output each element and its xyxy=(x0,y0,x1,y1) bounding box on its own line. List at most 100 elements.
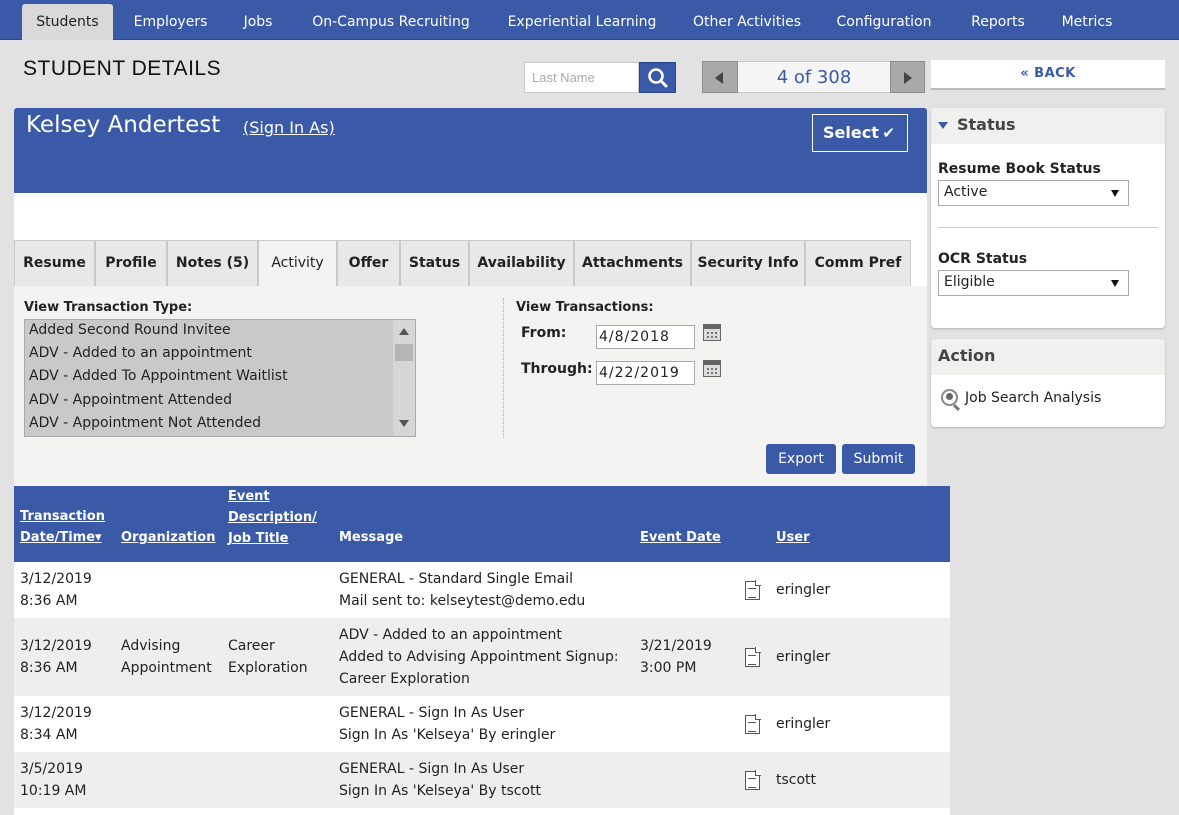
export-button[interactable]: Export xyxy=(766,444,836,474)
check-icon: ✔ xyxy=(882,124,895,142)
transaction-type-option[interactable]: ADV - Added to an appointment xyxy=(29,345,252,361)
calendar-icon[interactable] xyxy=(703,324,721,341)
message-header: Message xyxy=(339,530,404,545)
row-time: 8:36 AM xyxy=(20,593,78,609)
nav-tab-employers[interactable]: Employers xyxy=(120,4,221,40)
table-row: 3/12/2019 8:34 AM GENERAL - Sign In As U… xyxy=(14,696,950,752)
nav-tab-configuration[interactable]: Configuration xyxy=(824,4,944,40)
tab-resume[interactable]: Resume xyxy=(14,240,95,286)
transaction-type-option[interactable]: ADV - Added To Appointment Waitlist xyxy=(29,368,288,384)
row-message-detail: Sign In As 'Kelseya' By tscott xyxy=(339,783,542,799)
student-header: Kelsey Andertest (Sign In As) Select ✔ xyxy=(14,108,927,193)
from-date-input[interactable]: 4/8/2018 xyxy=(596,325,695,349)
row-date: 3/12/2019 xyxy=(20,571,92,587)
tab-comm-pref[interactable]: Comm Pref xyxy=(805,240,911,286)
action-panel-title: Action xyxy=(931,339,1165,375)
nav-tab-jobs[interactable]: Jobs xyxy=(231,4,285,40)
row-organization: Advising xyxy=(121,638,181,654)
row-user: eringler xyxy=(776,716,831,732)
select-label: Select xyxy=(823,123,879,142)
tab-status[interactable]: Status xyxy=(400,240,469,286)
listbox-scrollbar[interactable] xyxy=(393,320,415,436)
transaction-type-option[interactable]: ADV - Appointment Not Attended xyxy=(29,415,261,431)
tab-profile[interactable]: Profile xyxy=(95,240,167,286)
document-icon[interactable] xyxy=(745,580,761,600)
tab-availability[interactable]: Availability xyxy=(469,240,574,286)
header-date-line1: Transaction xyxy=(20,509,105,524)
nav-tab-on-campus-recruiting[interactable]: On-Campus Recruiting xyxy=(296,4,486,40)
calendar-icon[interactable] xyxy=(703,360,721,377)
resume-book-status-select[interactable]: Active xyxy=(938,180,1129,206)
caret-down-icon xyxy=(938,122,948,129)
nav-tab-metrics[interactable]: Metrics xyxy=(1046,4,1128,40)
nav-tab-students[interactable]: Students xyxy=(22,4,113,40)
ocr-status-value: Eligible xyxy=(944,274,995,290)
header-event-line3: Job Title xyxy=(228,531,289,546)
row-event-time: 3:00 PM xyxy=(640,660,697,676)
back-button[interactable]: « BACK xyxy=(931,60,1165,90)
header-event-line2: Description/ xyxy=(228,510,317,525)
resume-book-status-value: Active xyxy=(944,184,988,200)
search-button[interactable] xyxy=(639,62,676,93)
nav-tab-reports[interactable]: Reports xyxy=(958,4,1038,40)
scroll-thumb[interactable] xyxy=(395,344,413,361)
sort-organization-header[interactable]: Organization xyxy=(121,527,215,548)
row-message-detail: Sign In As 'Kelseya' By eringler xyxy=(339,727,556,743)
sort-user-header[interactable]: User xyxy=(776,527,810,548)
sort-date-header[interactable]: Transaction Date/Time▾ xyxy=(20,506,105,548)
transactions-table-header: Transaction Date/Time▾ Organization Even… xyxy=(14,486,950,562)
row-message-detail-line2: Career Exploration xyxy=(339,671,470,687)
row-message-detail: Added to Advising Appointment Signup: xyxy=(339,649,619,665)
last-name-search-input[interactable]: Last Name xyxy=(524,62,639,93)
page-title: STUDENT DETAILS xyxy=(23,57,222,80)
status-panel-title: Status xyxy=(957,115,1016,134)
transaction-type-listbox[interactable]: Added Second Round Invitee ADV - Added t… xyxy=(24,319,416,437)
next-student-button[interactable] xyxy=(890,61,925,93)
status-panel: Status Resume Book Status Active OCR Sta… xyxy=(931,108,1165,328)
row-organization-line2: Appointment xyxy=(121,660,212,676)
document-icon[interactable] xyxy=(745,770,761,790)
sign-in-as-link[interactable]: (Sign In As) xyxy=(243,118,335,137)
row-user: tscott xyxy=(776,772,817,788)
table-row: 3/5/2019 10:19 AM GENERAL - Sign In As U… xyxy=(14,752,950,808)
ocr-status-select[interactable]: Eligible xyxy=(938,270,1129,296)
ocr-status-label: OCR Status xyxy=(938,251,1028,267)
chevron-right-icon xyxy=(904,72,912,84)
dropdown-arrow-icon xyxy=(1111,280,1119,287)
action-panel: Action Job Search Analysis xyxy=(931,339,1165,427)
document-icon[interactable] xyxy=(745,647,761,667)
row-time: 8:34 AM xyxy=(20,727,78,743)
transaction-type-option[interactable]: Added Second Round Invitee xyxy=(29,322,231,338)
nav-tab-experiential-learning[interactable]: Experiential Learning xyxy=(494,4,670,40)
header-date-line2: Date/Time▾ xyxy=(20,530,102,545)
row-date: 3/12/2019 xyxy=(20,638,92,654)
student-header-spacer xyxy=(14,193,927,240)
tab-offer[interactable]: Offer xyxy=(337,240,400,286)
row-time: 10:19 AM xyxy=(20,783,87,799)
scroll-down-icon[interactable] xyxy=(399,420,409,427)
row-message-type: GENERAL - Standard Single Email xyxy=(339,571,573,587)
nav-tab-other-activities[interactable]: Other Activities xyxy=(680,4,814,40)
tab-notes[interactable]: Notes (5) xyxy=(167,240,258,286)
job-search-analysis-link[interactable]: Job Search Analysis xyxy=(965,390,1101,406)
scroll-up-icon[interactable] xyxy=(399,328,409,335)
table-row xyxy=(14,808,950,815)
student-pager-count: 4 of 308 xyxy=(738,61,890,93)
submit-button[interactable]: Submit xyxy=(842,444,915,474)
tab-attachments[interactable]: Attachments xyxy=(574,240,691,286)
chevron-left-icon xyxy=(715,72,723,84)
sort-event-header[interactable]: Event Description/ Job Title xyxy=(228,486,317,549)
transaction-type-option[interactable]: ADV - Appointment Attended xyxy=(29,392,232,408)
table-row: 3/12/2019 8:36 AM Advising Appointment C… xyxy=(14,618,950,696)
previous-student-button[interactable] xyxy=(702,61,738,93)
row-job-title: Career xyxy=(228,638,275,654)
status-panel-toggle[interactable]: Status xyxy=(931,108,1165,144)
document-icon[interactable] xyxy=(745,714,761,734)
select-button[interactable]: Select ✔ xyxy=(812,114,908,152)
table-row: 3/12/2019 8:36 AM GENERAL - Standard Sin… xyxy=(14,562,950,618)
search-icon xyxy=(648,68,668,88)
sort-event-date-header[interactable]: Event Date xyxy=(640,527,721,548)
tab-activity[interactable]: Activity xyxy=(258,240,337,286)
tab-security-info[interactable]: Security Info xyxy=(691,240,805,286)
through-date-input[interactable]: 4/22/2019 xyxy=(596,361,695,385)
